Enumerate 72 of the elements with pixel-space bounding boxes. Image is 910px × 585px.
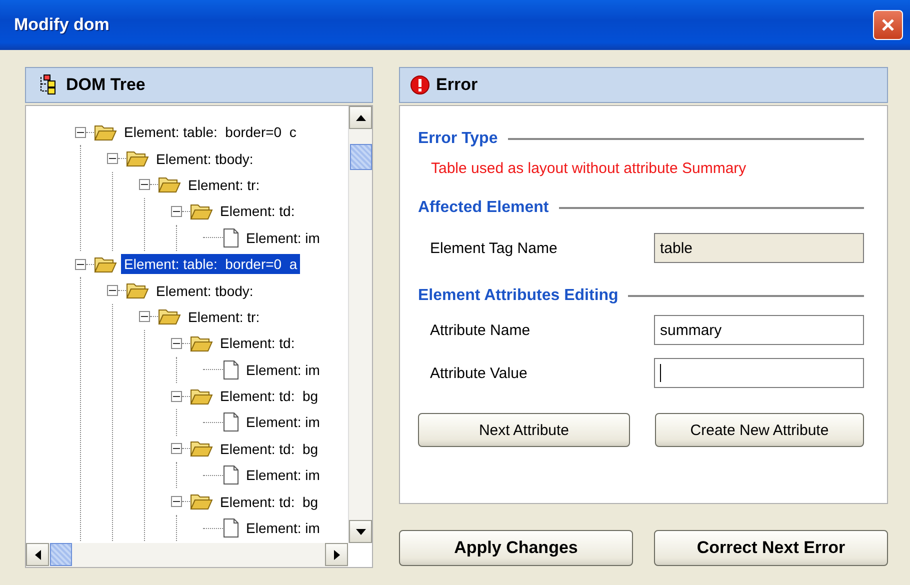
- panel-title: DOM Tree: [66, 75, 146, 95]
- tree-node[interactable]: Element: table: border=0 a: [121, 254, 300, 274]
- tree-node[interactable]: Element: table: border=0 c: [121, 122, 300, 142]
- folder-icon: [158, 308, 181, 326]
- tree-node[interactable]: Element: td: bg: [217, 492, 322, 512]
- tree-node[interactable]: Element: td:: [217, 201, 298, 222]
- folder-icon: [190, 202, 213, 220]
- collapse-icon[interactable]: [171, 443, 182, 454]
- horizontal-scrollbar[interactable]: [26, 543, 348, 567]
- dom-tree[interactable]: [25, 105, 373, 568]
- folder-icon: [126, 150, 149, 168]
- folder-icon: [190, 440, 213, 458]
- tree-node[interactable]: Element: tr:: [185, 174, 263, 195]
- collapse-icon[interactable]: [139, 179, 150, 190]
- document-icon: [223, 518, 239, 538]
- field-label: Attribute Name: [430, 322, 530, 338]
- arrow-up-icon[interactable]: [356, 114, 366, 120]
- field-label: Element Tag Name: [430, 240, 558, 256]
- next-error-button[interactable]: Correct Next Error: [654, 530, 888, 566]
- collapse-icon[interactable]: [75, 258, 86, 270]
- collapse-icon[interactable]: [75, 126, 86, 138]
- tree-node[interactable]: Element: im: [243, 412, 323, 432]
- tree-node[interactable]: Element: tbody:: [153, 148, 256, 169]
- folder-icon: [158, 176, 181, 194]
- document-icon: [223, 412, 239, 432]
- apply-button[interactable]: Apply Changes: [399, 530, 633, 566]
- tree-node[interactable]: Element: im: [243, 465, 323, 486]
- section-heading: Element Attributes Editing: [418, 287, 618, 305]
- create-attribute-button[interactable]: Create New Attribute: [655, 413, 864, 447]
- scroll-thumb[interactable]: [350, 144, 372, 170]
- document-icon: [223, 465, 239, 486]
- tree-node[interactable]: Element: td:: [217, 333, 298, 354]
- tree-node[interactable]: Element: td: bg: [217, 438, 322, 459]
- arrow-right-icon[interactable]: [334, 550, 340, 560]
- input-field[interactable]: summary: [654, 315, 864, 345]
- collapse-icon[interactable]: [107, 153, 118, 164]
- tree-node[interactable]: Element: tbody:: [153, 280, 256, 301]
- collapse-icon[interactable]: [171, 390, 182, 402]
- collapse-icon[interactable]: [171, 496, 182, 508]
- arrow-down-icon[interactable]: [356, 528, 366, 534]
- collapse-icon[interactable]: [171, 338, 182, 349]
- tag-name-field: table: [654, 233, 864, 263]
- section-heading: Affected Element: [418, 199, 549, 217]
- field-label: Attribute Value: [430, 364, 528, 382]
- next-attribute-button[interactable]: Next Attribute: [418, 413, 630, 447]
- tree-node[interactable]: Element: tr:: [185, 306, 263, 327]
- input-field[interactable]: [654, 358, 864, 388]
- document-icon: [223, 228, 239, 248]
- folder-icon: [190, 334, 213, 352]
- tree-node[interactable]: Element: im: [243, 228, 323, 248]
- window-title: Modify dom: [14, 15, 110, 35]
- section-heading: Error Type: [418, 130, 498, 148]
- collapse-icon[interactable]: [139, 311, 150, 322]
- arrow-left-icon[interactable]: [34, 550, 40, 560]
- folder-icon: [190, 388, 213, 405]
- error-icon: [410, 75, 430, 95]
- tree-node[interactable]: Element: im: [243, 360, 323, 380]
- panel-title: Error: [436, 75, 478, 95]
- collapse-icon[interactable]: [171, 206, 182, 217]
- folder-icon: [190, 493, 213, 510]
- close-button[interactable]: [873, 10, 903, 40]
- scroll-thumb[interactable]: [50, 543, 72, 566]
- tree-node[interactable]: Element: im: [243, 518, 323, 538]
- error-message: Table used as layout without attribute Summary: [431, 160, 748, 177]
- folder-icon: [94, 124, 117, 141]
- folder-icon: [94, 256, 117, 273]
- document-icon: [223, 360, 239, 380]
- close-icon: [880, 17, 896, 33]
- tree-node[interactable]: Element: td: bg: [217, 386, 322, 406]
- folder-icon: [126, 282, 149, 300]
- collapse-icon[interactable]: [107, 285, 118, 296]
- vertical-scrollbar[interactable]: [348, 106, 372, 543]
